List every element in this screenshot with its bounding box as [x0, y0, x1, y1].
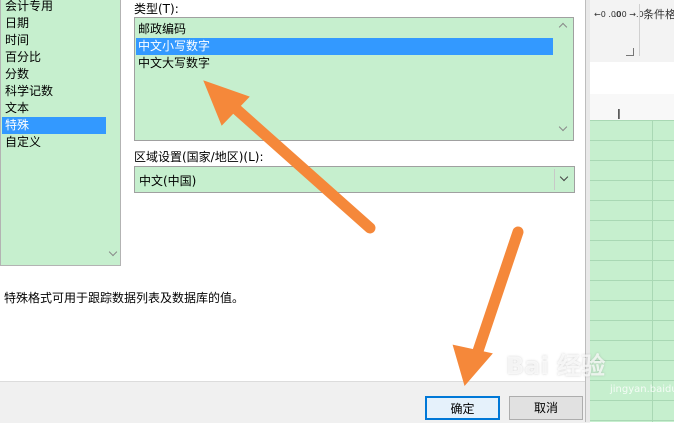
locale-label: 区域设置(国家/地区)(L):	[134, 150, 264, 164]
category-item-text[interactable]: 文本	[5, 100, 29, 117]
baidu-watermark-url: jingyan.baidu.com	[610, 384, 674, 395]
arrow-to-ok-shaft	[470, 226, 524, 363]
category-item-date[interactable]: 日期	[5, 15, 29, 32]
category-item-time[interactable]: 时间	[5, 32, 29, 49]
arrow-to-ok-head	[452, 344, 493, 387]
type-item-chinese-uppercase[interactable]: 中文大写数字	[138, 55, 210, 72]
locale-value: 中文(中国)	[139, 174, 197, 188]
type-item-chinese-lowercase[interactable]: 中文小写数字	[136, 38, 553, 55]
type-item-postal-code[interactable]: 邮政编码	[138, 21, 186, 38]
locale-select[interactable]: 中文(中国)	[134, 166, 575, 193]
conditional-format-button[interactable]: 条件格	[643, 6, 674, 22]
type-label: 类型(T):	[134, 2, 179, 16]
category-item-fraction[interactable]: 分数	[5, 66, 29, 83]
decrease-decimal-button[interactable]: .00 →.0	[614, 10, 644, 19]
category-item-percentage[interactable]: 百分比	[5, 49, 41, 66]
dropdown-button[interactable]	[554, 169, 572, 190]
cancel-button[interactable]: 取消	[509, 396, 583, 420]
category-list[interactable]: 会计专用 日期 时间 百分比 分数 科学记数 文本 特殊 自定义	[0, 0, 121, 266]
formula-bar[interactable]	[590, 62, 674, 95]
scroll-down-icon[interactable]	[108, 247, 118, 257]
ribbon-separator	[639, 4, 640, 56]
chevron-down-icon	[559, 172, 569, 182]
category-scrollbar[interactable]	[106, 0, 120, 265]
dialog-footer: 确定 取消	[0, 381, 590, 423]
decimal-buttons[interactable]: ←0 .00 .00 →.0	[592, 6, 644, 36]
type-list[interactable]: 邮政编码 中文小写数字 中文大写数字	[134, 17, 574, 141]
category-item-scientific[interactable]: 科学记数	[5, 83, 53, 100]
ok-button[interactable]: 确定	[425, 396, 500, 420]
baidu-watermark: Bai 经验	[506, 352, 606, 380]
category-item-custom[interactable]: 自定义	[5, 134, 41, 151]
scroll-up-icon[interactable]	[558, 22, 568, 32]
column-header[interactable]	[590, 94, 674, 121]
type-list-scrollbar[interactable]	[554, 18, 572, 140]
scroll-down-icon[interactable]	[558, 122, 568, 132]
category-item-accounting[interactable]: 会计专用	[5, 0, 53, 15]
category-item-special[interactable]: 特殊	[2, 117, 106, 134]
dialog-launcher-icon[interactable]	[626, 48, 634, 56]
format-description: 特殊格式可用于跟踪数据列表及数据库的值。	[4, 291, 245, 305]
